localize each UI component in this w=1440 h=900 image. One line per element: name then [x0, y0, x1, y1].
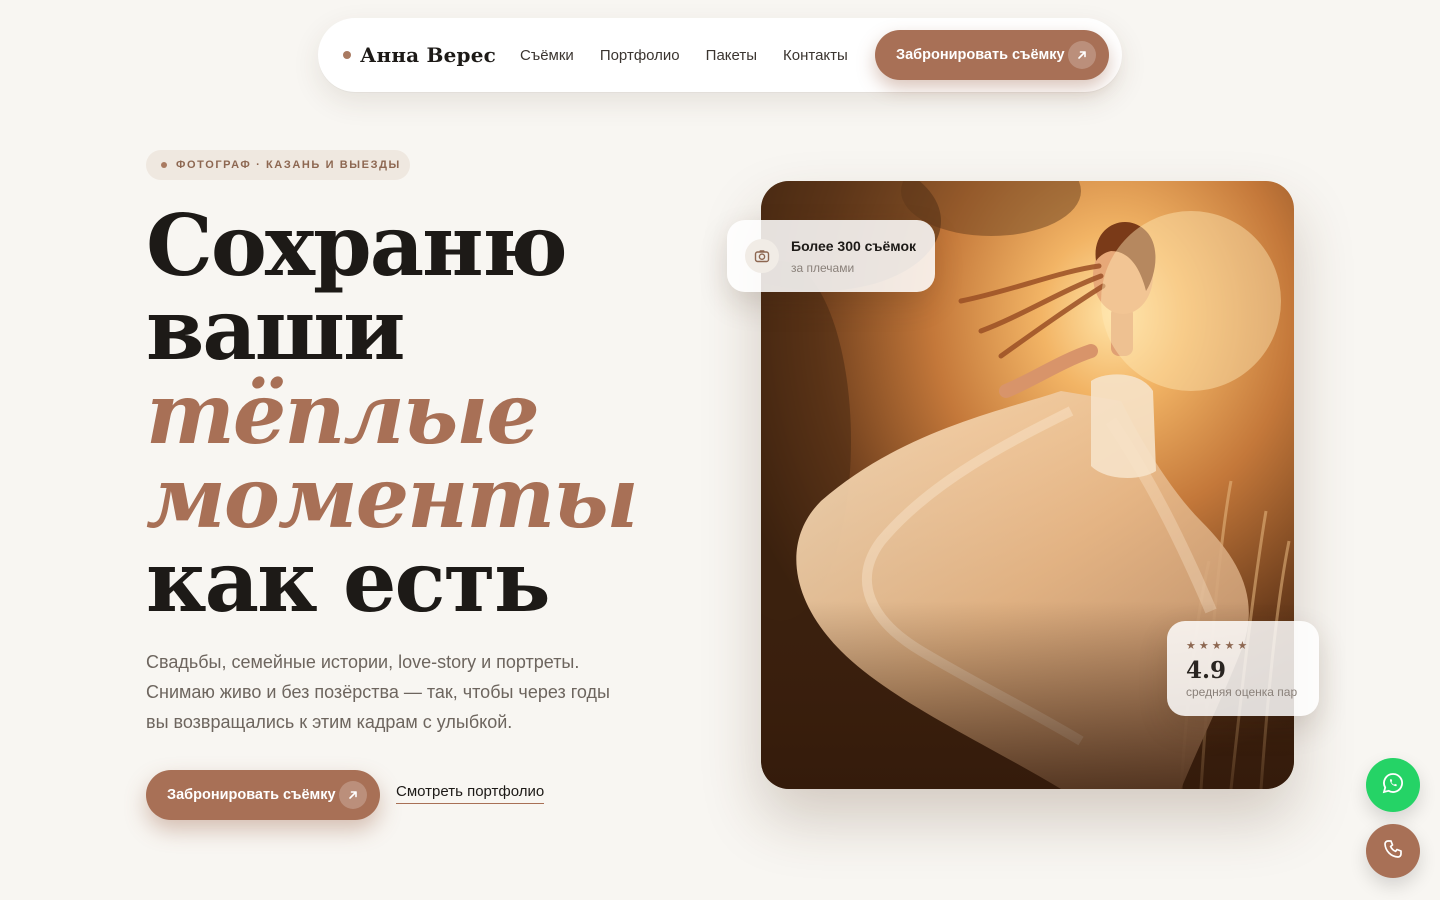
headline-line-1: Сохраню: [146, 196, 568, 295]
nav-book-button[interactable]: Забронировать съёмку: [875, 30, 1109, 80]
phone-button[interactable]: [1366, 824, 1420, 878]
nav-book-label: Забронировать съёмку: [896, 47, 1065, 63]
rating-label: средняя оценка пар: [1186, 685, 1298, 699]
nav-link-contacts[interactable]: Контакты: [783, 47, 848, 64]
landing-page: Анна Верес Съёмки Портфолио Пакеты Конта…: [0, 0, 1440, 900]
whatsapp-button[interactable]: [1366, 758, 1420, 812]
nav-link-shoots[interactable]: Съёмки: [520, 47, 574, 64]
nav-links: Съёмки Портфолио Пакеты Контакты: [520, 18, 848, 92]
experience-subtitle: за плечами: [791, 261, 855, 275]
hero-headline: Сохраню ваши тёплые моменты как есть: [146, 204, 706, 624]
phone-icon: [1383, 839, 1403, 864]
hero-subtitle: Свадьбы, семейные истории, love-story и …: [146, 652, 610, 732]
whatsapp-icon: [1382, 772, 1404, 799]
brand-dot: [343, 51, 351, 59]
arrow-up-right-icon: [1068, 41, 1096, 69]
brand-logo[interactable]: Анна Верес: [343, 18, 496, 92]
hero-book-button[interactable]: Забронировать съёмку: [146, 770, 380, 820]
headline-line-2: ваши: [146, 280, 405, 379]
hero-book-label: Забронировать съёмку: [167, 787, 336, 803]
eyebrow-text: ФОТОГРАФ · КАЗАНЬ И ВЫЕЗДЫ: [176, 159, 401, 171]
headline-accent-2: моменты: [146, 448, 639, 547]
view-portfolio-link[interactable]: Смотреть портфолио: [396, 783, 545, 804]
brand-name: Анна Верес: [360, 43, 497, 67]
eyebrow-tag: ФОТОГРАФ · КАЗАНЬ И ВЫЕЗДЫ: [146, 150, 410, 180]
rating-value: 4.9: [1186, 657, 1227, 684]
rating-badge: ★★★★★ 4.9 средняя оценка пар: [1167, 621, 1319, 716]
top-nav: Анна Верес Съёмки Портфолио Пакеты Конта…: [318, 18, 1122, 92]
headline-line-3: как есть: [146, 532, 551, 631]
experience-badge: Более 300 съёмок за плечами: [727, 220, 935, 292]
eyebrow-dot: [161, 162, 167, 168]
experience-title: Более 300 съёмок: [791, 238, 917, 254]
rating-stars: ★★★★★: [1186, 640, 1251, 652]
camera-icon: [745, 239, 779, 273]
arrow-up-right-icon: [339, 781, 367, 809]
headline-accent-1: тёплые: [146, 364, 540, 463]
nav-link-packages[interactable]: Пакеты: [706, 47, 757, 64]
nav-link-portfolio[interactable]: Портфолио: [600, 47, 680, 64]
